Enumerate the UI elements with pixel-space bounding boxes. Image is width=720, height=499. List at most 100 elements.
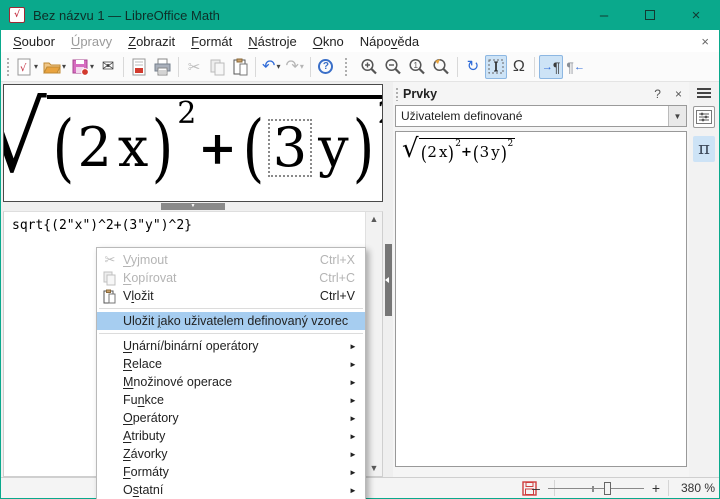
scroll-down-icon[interactable]: ▼ (370, 464, 379, 473)
context-menu-item-mnozinove-operace[interactable]: Množinové operace ► (97, 373, 365, 391)
redo-button: ↷▾ (283, 55, 305, 79)
paren: ) (500, 144, 506, 162)
new-dropdown-icon[interactable]: ▾ (34, 62, 38, 71)
undo-button[interactable]: ↶▾ (260, 55, 282, 79)
paste-button[interactable] (229, 55, 251, 79)
command-scrollbar[interactable]: ▲ ▼ (365, 212, 382, 476)
menu-okno[interactable]: Okno (305, 32, 352, 51)
category-dropdown[interactable]: Uživatelem definované ▼ (395, 105, 687, 127)
menu-zobrazit[interactable]: Zobrazit (120, 32, 183, 51)
open-button[interactable]: ▾ (41, 55, 68, 79)
formula-preview[interactable]: √ (2x)2+(3y)2 (3, 84, 383, 202)
toolbar: √ ▾ ▾ ▾ ✉ ✂ ↶▾ ↷▾ ? (1, 52, 719, 82)
submenu-arrow-icon: ► (349, 396, 365, 405)
num: 3 (480, 145, 490, 160)
send-email-button[interactable]: ✉ (97, 55, 119, 79)
formula-markup-text[interactable]: sqrt{(2"x")^2+(3"y")^2} (4, 212, 382, 239)
zoom-slider-thumb[interactable] (604, 482, 611, 495)
print-button[interactable] (151, 55, 174, 79)
context-menu-item-ulozit-vzorec[interactable]: Uložit jako uživatelem definovaný vzorec (97, 312, 365, 330)
save-button[interactable]: ▾ (69, 55, 96, 79)
left-to-right-toggle[interactable]: →¶ (539, 55, 564, 79)
context-menu-item-kopirovat: Kopírovat Ctrl+C (97, 269, 365, 287)
panel-close-button[interactable]: × (670, 87, 687, 101)
update-button[interactable]: ↻ (462, 55, 484, 79)
maximize-icon (645, 10, 655, 20)
chevron-down-icon[interactable]: ▼ (668, 106, 686, 126)
splitter-handle[interactable]: ▼ (161, 203, 225, 210)
zoom-100-button[interactable]: 1 (406, 55, 429, 79)
zoom-out-control[interactable]: – (530, 480, 542, 496)
scroll-up-icon[interactable]: ▲ (370, 215, 379, 224)
svg-text:1: 1 (413, 61, 418, 70)
zoom-in-control[interactable]: + (650, 480, 662, 496)
menu-soubor[interactable]: Soubor (5, 32, 63, 51)
user-defined-formulas-list[interactable]: √ (2x)2+(3y)2 (395, 131, 687, 467)
close-paren: ) (152, 115, 174, 182)
new-formula-button[interactable]: √ ▾ (14, 55, 40, 79)
tab-properties[interactable] (693, 106, 715, 128)
sidebar-tabstrip: π (689, 82, 719, 477)
saved-formula-item[interactable]: √ (2x)2+(3y)2 (402, 138, 515, 164)
zoom-all-button[interactable] (430, 55, 453, 79)
open-paren: ( (52, 115, 74, 182)
tab-elements[interactable]: π (693, 136, 715, 162)
zoom-slider[interactable] (548, 482, 644, 495)
context-menu-item-funkce[interactable]: Funkce ► (97, 391, 365, 409)
panel-help-button[interactable]: ? (649, 87, 666, 101)
plus: + (461, 145, 472, 160)
formula-cursor-toggle[interactable] (485, 55, 507, 79)
minimize-button[interactable]: – (581, 0, 627, 30)
svg-text:√: √ (20, 63, 27, 74)
help-button[interactable]: ? (315, 55, 337, 79)
submenu-arrow-icon: ► (349, 486, 365, 495)
menu-napoveda[interactable]: Nápověda (352, 32, 427, 51)
symbols-button[interactable]: Ω (508, 55, 530, 79)
zoom-level-value[interactable]: 380 % (675, 481, 715, 495)
zoom-in-icon (360, 58, 379, 76)
panel-grip[interactable] (395, 87, 399, 101)
context-menu-item-vyjmout: ✂ Vyjmout Ctrl+X (97, 251, 365, 269)
window-title: Bez názvu 1 — LibreOffice Math (33, 8, 220, 23)
menu-upravy: Úpravy (63, 32, 120, 51)
horizontal-splitter[interactable]: ▼ (3, 202, 383, 211)
menubar: Soubor Úpravy Zobrazit Formát Nástroje O… (1, 30, 719, 52)
sidebar-menu-icon[interactable] (697, 88, 711, 98)
copy-icon (209, 58, 226, 76)
undo-dropdown-icon[interactable]: ▾ (276, 62, 280, 71)
redo-icon: ↷ (285, 59, 298, 75)
close-button[interactable]: × (673, 0, 719, 30)
menu-format[interactable]: Formát (183, 32, 240, 51)
zoom-in-button[interactable] (358, 55, 381, 79)
context-menu-item-formaty[interactable]: Formáty ► (97, 463, 365, 481)
var: x (439, 145, 447, 160)
libreoffice-math-icon: √ (9, 7, 25, 23)
save-dropdown-icon[interactable]: ▾ (90, 62, 94, 71)
context-menu-item-relace[interactable]: Relace ► (97, 355, 365, 373)
toolbar-grip-2[interactable] (344, 57, 348, 77)
right-to-left-toggle[interactable]: ¶← (564, 55, 587, 79)
context-menu-item-zavorky[interactable]: Závorky ► (97, 445, 365, 463)
export-pdf-icon (131, 58, 147, 76)
undo-icon: ↶ (262, 59, 275, 75)
zoom-out-button[interactable] (382, 55, 405, 79)
ltr-arrow-icon: → (542, 61, 553, 73)
toolbar-grip[interactable] (6, 57, 10, 77)
sidebar-splitter[interactable] (383, 82, 393, 477)
zoom-100-icon: 1 (408, 58, 427, 76)
context-menu-item-ostatni[interactable]: Ostatní ► (97, 481, 365, 499)
context-menu-item-vlozit[interactable]: Vložit Ctrl+V (97, 287, 365, 305)
export-pdf-button[interactable] (128, 55, 150, 79)
submenu-arrow-icon: ► (349, 360, 365, 369)
save-icon (71, 58, 89, 76)
close-document-button[interactable]: × (695, 34, 715, 49)
context-menu-item-unarni-binarni[interactable]: Unární/binární operátory ► (97, 337, 365, 355)
plus-operator: + (198, 121, 237, 175)
sidebar-collapse-handle[interactable] (385, 244, 392, 316)
context-menu-item-atributy[interactable]: Atributy ► (97, 427, 365, 445)
context-menu-item-operatory[interactable]: Operátory ► (97, 409, 365, 427)
open-dropdown-icon[interactable]: ▾ (62, 62, 66, 71)
maximize-button[interactable] (627, 0, 673, 30)
cut-icon: ✂ (105, 252, 116, 268)
menu-nastroje[interactable]: Nástroje (240, 32, 304, 51)
